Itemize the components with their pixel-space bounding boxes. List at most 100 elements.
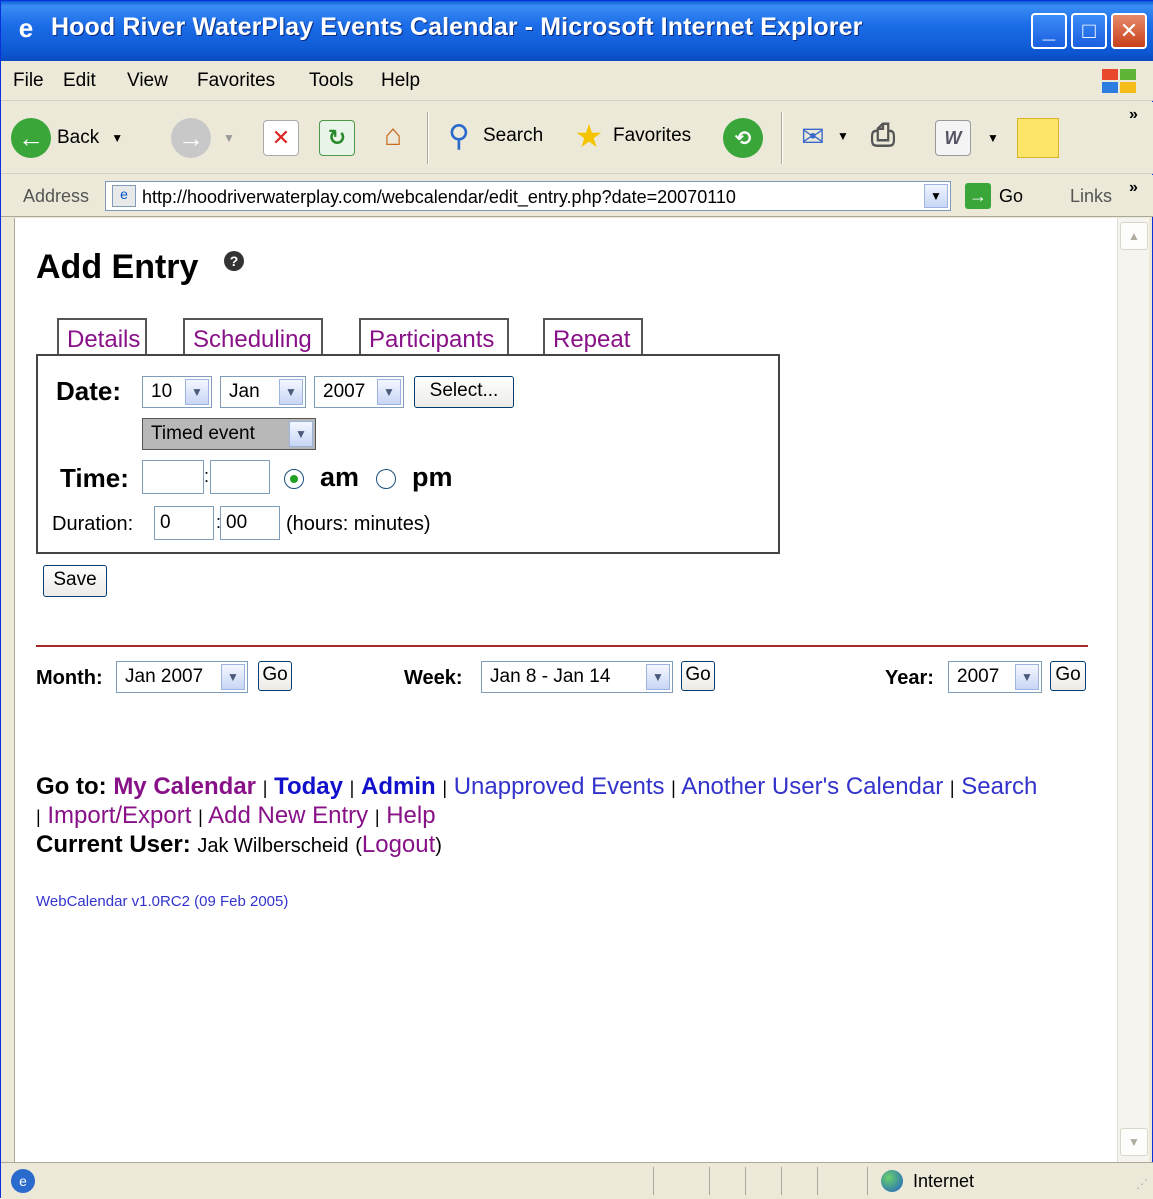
event-type-value: Timed event: [151, 423, 255, 444]
stop-button[interactable]: ✕: [263, 120, 299, 156]
date-month-select[interactable]: Jan ▼: [220, 376, 306, 408]
search-link[interactable]: Search: [961, 773, 1037, 800]
history-button[interactable]: ⟲: [723, 118, 763, 158]
menu-edit[interactable]: Edit: [63, 70, 96, 92]
date-year-select[interactable]: 2007 ▼: [314, 376, 404, 408]
date-year-value: 2007: [323, 381, 366, 402]
my-calendar-link[interactable]: My Calendar: [113, 773, 256, 800]
vertical-scrollbar[interactable]: ▲ ▼: [1117, 218, 1149, 1162]
links-overflow-icon[interactable]: »: [1129, 179, 1138, 197]
logout-link[interactable]: Logout: [362, 831, 435, 858]
am-radio[interactable]: [284, 469, 304, 489]
week-select[interactable]: Jan 8 - Jan 14 ▼: [481, 661, 673, 693]
another-user-calendar-link[interactable]: Another User's Calendar: [681, 773, 943, 800]
address-field[interactable]: e http://hoodriverwaterplay.com/webcalen…: [105, 181, 951, 211]
mail-dropdown-icon[interactable]: ▼: [837, 129, 849, 143]
tab-scheduling[interactable]: Scheduling: [183, 318, 323, 356]
address-go-button[interactable]: → Go: [965, 183, 1023, 209]
goto-label: Go to:: [36, 773, 107, 800]
windows-logo-icon: [1096, 65, 1142, 97]
add-new-entry-link[interactable]: Add New Entry: [208, 802, 368, 829]
address-dropdown-icon[interactable]: ▼: [924, 184, 948, 208]
chevron-down-icon: ▼: [289, 421, 313, 447]
search-label: Search: [483, 125, 544, 146]
edit-dropdown-icon[interactable]: ▼: [987, 131, 999, 145]
page-status-icon: e: [11, 1169, 35, 1193]
toolbar-overflow-icon[interactable]: »: [1129, 106, 1138, 124]
menu-bar: File Edit View Favorites Tools Help: [1, 61, 1153, 101]
back-button[interactable]: ← Back ▼: [11, 118, 123, 158]
menu-file[interactable]: File: [13, 70, 44, 92]
date-day-value: 10: [151, 381, 173, 402]
page-title: Add Entry: [36, 248, 199, 286]
month-select[interactable]: Jan 2007 ▼: [116, 661, 248, 693]
discuss-button[interactable]: [1017, 118, 1059, 158]
chevron-down-icon: ▼: [377, 379, 401, 405]
forward-button[interactable]: → ▼: [171, 118, 235, 158]
year-select[interactable]: 2007 ▼: [948, 661, 1042, 693]
save-button[interactable]: Save: [43, 565, 107, 597]
unapproved-events-link[interactable]: Unapproved Events: [454, 773, 665, 800]
security-zone-label: Internet: [913, 1171, 975, 1191]
forward-dropdown-icon[interactable]: ▼: [223, 131, 235, 145]
window-title: Hood River WaterPlay Events Calendar - M…: [51, 13, 863, 41]
home-icon: ⌂: [383, 119, 403, 152]
chevron-down-icon: ▼: [279, 379, 303, 405]
print-button[interactable]: ⎙: [865, 118, 901, 154]
mail-icon: ✉: [801, 120, 825, 152]
goto-line-2: | Import/Export | Add New Entry | Help: [36, 802, 436, 829]
refresh-button[interactable]: ↻: [319, 120, 355, 156]
date-day-select[interactable]: 10 ▼: [142, 376, 212, 408]
webcalendar-version-link[interactable]: WebCalendar v1.0RC2 (09 Feb 2005): [36, 893, 288, 910]
address-url[interactable]: http://hoodriverwaterplay.com/webcalenda…: [142, 187, 736, 208]
links-label[interactable]: Links: [1070, 186, 1112, 207]
event-type-select[interactable]: Timed event ▼: [142, 418, 316, 450]
today-link[interactable]: Today: [274, 773, 343, 800]
import-export-link[interactable]: Import/Export: [47, 802, 191, 829]
ie-page-icon: e: [18, 12, 34, 43]
edit-button[interactable]: W ▼: [935, 120, 999, 156]
date-select-button[interactable]: Select...: [414, 376, 514, 408]
current-user-label: Current User:: [36, 831, 191, 858]
resize-grip-icon[interactable]: ⋰: [1136, 1177, 1148, 1191]
menu-view[interactable]: View: [127, 70, 168, 92]
year-go-button[interactable]: Go: [1050, 661, 1086, 691]
maximize-button[interactable]: □: [1071, 13, 1107, 49]
favorites-button[interactable]: ★ Favorites: [571, 118, 691, 154]
date-label: Date:: [56, 376, 122, 406]
duration-minutes-input[interactable]: 00: [220, 506, 280, 540]
tab-repeat[interactable]: Repeat: [543, 318, 643, 356]
home-button[interactable]: ⌂: [375, 118, 411, 154]
tab-participants[interactable]: Participants: [359, 318, 509, 356]
menu-favorites[interactable]: Favorites: [197, 70, 275, 92]
mail-button[interactable]: ✉ ▼: [795, 118, 849, 154]
word-icon: W: [935, 120, 971, 156]
pm-radio[interactable]: [376, 469, 396, 489]
duration-hours-input[interactable]: 0: [154, 506, 214, 540]
close-button[interactable]: ✕: [1111, 13, 1147, 49]
menu-help[interactable]: Help: [381, 70, 420, 92]
help-link[interactable]: Help: [386, 802, 435, 829]
scroll-up-icon[interactable]: ▲: [1120, 222, 1148, 250]
search-icon: ⚲: [448, 119, 470, 153]
time-hour-input[interactable]: [142, 460, 204, 494]
week-go-button[interactable]: Go: [681, 661, 715, 691]
tab-details[interactable]: Details: [57, 318, 147, 356]
menu-tools[interactable]: Tools: [309, 70, 353, 92]
duration-hint: (hours: minutes): [286, 513, 431, 535]
globe-icon: [881, 1170, 903, 1192]
back-dropdown-icon[interactable]: ▼: [111, 131, 123, 145]
month-label: Month:: [36, 667, 103, 689]
search-button[interactable]: ⚲ Search: [441, 118, 543, 154]
address-bar: Address e http://hoodriverwaterplay.com/…: [1, 175, 1153, 217]
time-minute-input[interactable]: [210, 460, 270, 494]
month-go-button[interactable]: Go: [258, 661, 292, 691]
title-bar[interactable]: e Hood River WaterPlay Events Calendar -…: [1, 1, 1153, 61]
scroll-down-icon[interactable]: ▼: [1120, 1128, 1148, 1156]
admin-link[interactable]: Admin: [361, 773, 436, 800]
goto-line-1: Go to: My Calendar | Today | Admin | Una…: [36, 773, 1038, 800]
help-icon[interactable]: ?: [224, 251, 244, 271]
toolbar-separator: [427, 112, 429, 164]
chevron-down-icon: ▼: [221, 664, 245, 690]
minimize-button[interactable]: _: [1031, 13, 1067, 49]
